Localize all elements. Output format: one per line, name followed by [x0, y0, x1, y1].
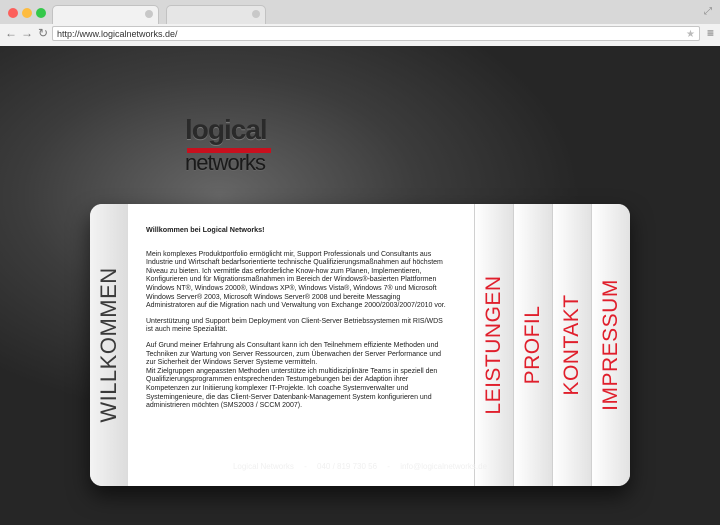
footer-company: Logical Networks — [232, 462, 294, 471]
paragraph-1: Mein komplexes Produktportfolio ermöglic… — [146, 250, 446, 310]
tab-leistungen[interactable]: LEISTUNGEN — [474, 204, 513, 486]
fullscreen-icon[interactable]: ⤢ — [704, 6, 712, 17]
content-panel: WILLKOMMEN Willkommen bei Logical Networ… — [90, 204, 630, 486]
footer-email-link[interactable]: info@logicalnetworks.de — [400, 462, 487, 471]
browser-tab[interactable] — [166, 5, 266, 25]
tab-profil[interactable]: PROFIL — [513, 204, 552, 486]
url-text: http://www.logicalnetworks.de/ — [57, 29, 178, 39]
footer-phone: 040 / 819 730 56 — [317, 462, 378, 471]
navigation-bar: ← → ↻ http://www.logicalnetworks.de/ ★ ≡ — [0, 24, 720, 46]
tab-kontakt[interactable]: KONTAKT — [552, 204, 591, 486]
tab-impressum[interactable]: IMPRESSUM — [591, 204, 630, 486]
bookmark-star-icon[interactable]: ★ — [686, 27, 695, 42]
maximize-window-button[interactable] — [36, 8, 46, 18]
paragraph-2: Unterstützung und Support beim Deploymen… — [146, 317, 443, 334]
close-window-button[interactable] — [8, 8, 18, 18]
page-background: logical networks WILLKOMMEN Willkommen b… — [0, 46, 720, 525]
browser-menu-icon[interactable]: ≡ — [707, 26, 714, 40]
forward-button[interactable]: → — [20, 26, 34, 40]
paragraph-3: Auf Grund meiner Erfahrung als Consultan… — [146, 341, 442, 367]
browser-tab-active[interactable] — [52, 5, 159, 25]
close-tab-icon[interactable] — [252, 10, 260, 18]
footer-separator: - — [387, 462, 390, 471]
tab-kontakt-label: KONTAKT — [560, 294, 583, 396]
tab-willkommen[interactable]: WILLKOMMEN — [90, 204, 129, 486]
tab-bar: ⤢ — [0, 0, 720, 25]
footer-separator: - — [304, 462, 307, 471]
main-content: Willkommen bei Logical Networks! Mein ko… — [128, 204, 474, 486]
close-tab-icon[interactable] — [145, 10, 153, 18]
tab-impressum-label: IMPRESSUM — [599, 279, 622, 411]
back-button[interactable]: ← — [4, 26, 18, 40]
reload-button[interactable]: ↻ — [36, 26, 50, 40]
tab-profil-label: PROFIL — [521, 305, 544, 385]
logo-text-bottom: networks — [185, 150, 266, 175]
logo[interactable]: logical networks — [185, 114, 275, 175]
footer: Logical Networks - 040 / 819 730 56 - in… — [0, 462, 720, 471]
browser-chrome: ⤢ ← → ↻ http://www.logicalnetworks.de/ ★… — [0, 0, 720, 47]
nav-tabs: LEISTUNGEN PROFIL KONTAKT IMPRESSUM — [474, 204, 630, 486]
logo-text-top: logical — [185, 114, 268, 145]
tab-leistungen-label: LEISTUNGEN — [482, 275, 505, 415]
paragraph-4: Mit Zielgruppen angepassten Methoden unt… — [146, 367, 438, 410]
welcome-heading: Willkommen bei Logical Networks! — [146, 225, 265, 234]
address-bar[interactable]: http://www.logicalnetworks.de/ ★ — [52, 26, 700, 41]
tab-willkommen-label: WILLKOMMEN — [96, 267, 121, 423]
minimize-window-button[interactable] — [22, 8, 32, 18]
